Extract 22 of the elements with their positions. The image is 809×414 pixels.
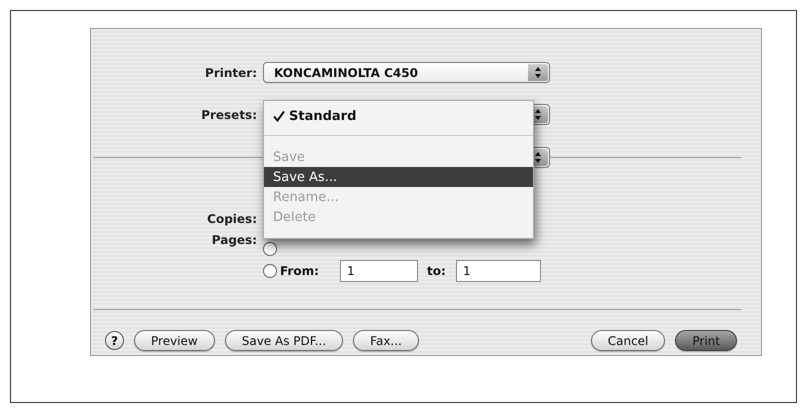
to-label: to: — [427, 264, 447, 278]
dialog-button[interactable]: Save As PDF... — [224, 330, 344, 351]
dialog-button[interactable]: Fax... — [353, 330, 419, 351]
copies-label: Copies: — [206, 212, 258, 226]
printer-label: Printer: — [204, 66, 258, 80]
stepper-arrows-icon — [534, 108, 542, 121]
dialog-button[interactable]: Cancel — [590, 330, 666, 351]
pages-label: Pages: — [210, 232, 258, 246]
menu-item[interactable]: Standard — [264, 103, 533, 129]
dialog-button[interactable]: Print — [675, 330, 737, 351]
help-button[interactable]: ? — [105, 331, 124, 350]
to-page-field[interactable]: 1 — [456, 260, 541, 282]
presets-label: Presets: — [200, 108, 258, 122]
radio-button[interactable] — [263, 264, 277, 278]
stepper-arrows-icon — [534, 151, 542, 164]
stepper-arrows-icon — [534, 66, 542, 79]
menu-item[interactable]: Save As... — [264, 167, 533, 187]
dialog-button[interactable]: Preview — [134, 330, 215, 351]
radio-button[interactable] — [263, 242, 277, 256]
from-page-field[interactable]: 1 — [340, 260, 418, 282]
from-label: From: — [280, 264, 320, 278]
printer-popup[interactable]: KONCAMINOLTA C450 — [263, 62, 550, 83]
